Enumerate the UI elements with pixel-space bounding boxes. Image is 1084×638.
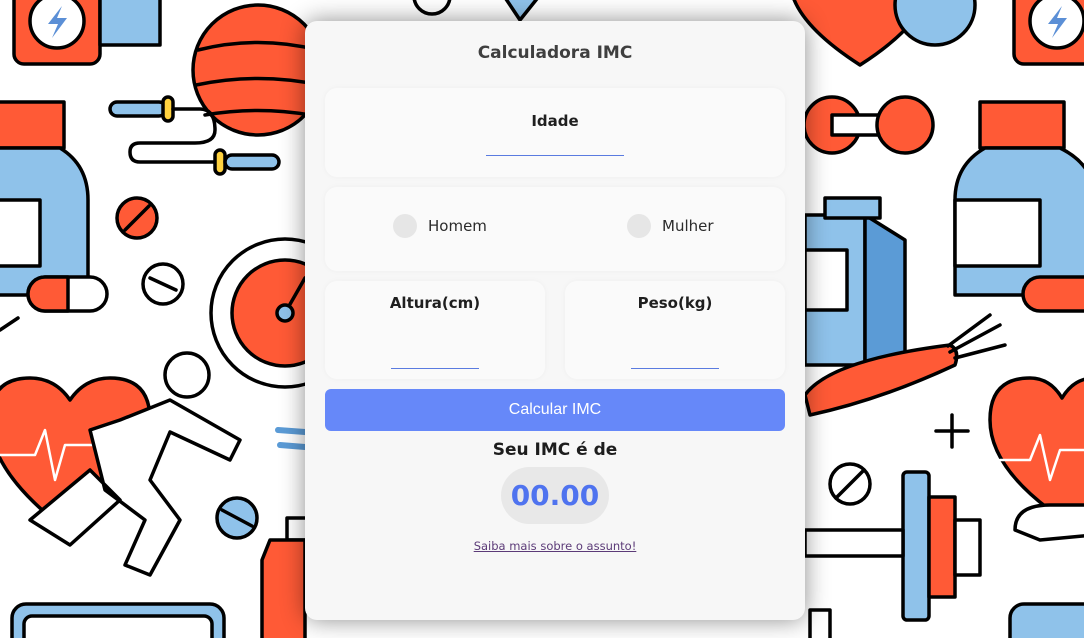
gender-option-male[interactable]: Homem (393, 214, 487, 238)
age-panel: Idade (325, 88, 785, 177)
weight-input[interactable] (631, 345, 719, 369)
calculate-bmi-button[interactable]: Calcular IMC (325, 389, 785, 431)
height-label: Altura(cm) (389, 294, 481, 312)
gender-option-female-label: Mulher (662, 217, 714, 235)
weight-label: Peso(kg) (637, 294, 713, 312)
pill-bottle-icon (953, 100, 1084, 313)
gender-option-female[interactable]: Mulher (627, 214, 714, 238)
bmi-calculator-card: Calculadora IMC Idade Homem Mulher Altur… (305, 21, 805, 620)
result-value: 00.00 (510, 479, 600, 512)
pill-bottle-icon (0, 100, 90, 297)
age-label: Idade (531, 112, 579, 130)
gender-panel: Homem Mulher (325, 187, 785, 271)
weight-panel: Peso(kg) (565, 281, 785, 379)
radio-button[interactable] (393, 214, 417, 238)
page-title: Calculadora IMC (477, 43, 633, 63)
height-input[interactable] (391, 345, 479, 369)
heart-rate-icon (792, 0, 977, 67)
result-label: Seu IMC é de (492, 440, 618, 460)
age-input[interactable] (486, 132, 624, 156)
plus-icon (934, 413, 970, 449)
gender-option-male-label: Homem (428, 217, 487, 235)
height-panel: Altura(cm) (325, 281, 545, 379)
energy-drink-icon (1012, 0, 1084, 66)
result-badge: 00.00 (501, 467, 609, 524)
energy-drink-icon (12, 0, 162, 66)
dumbbell-icon (802, 95, 935, 155)
heart-rate-icon (988, 376, 1084, 542)
learn-more-link[interactable]: Saiba mais sobre o assunto! (305, 539, 805, 553)
pill-icon (26, 275, 109, 313)
radio-button[interactable] (627, 214, 651, 238)
milk-carton-icon (803, 196, 907, 367)
